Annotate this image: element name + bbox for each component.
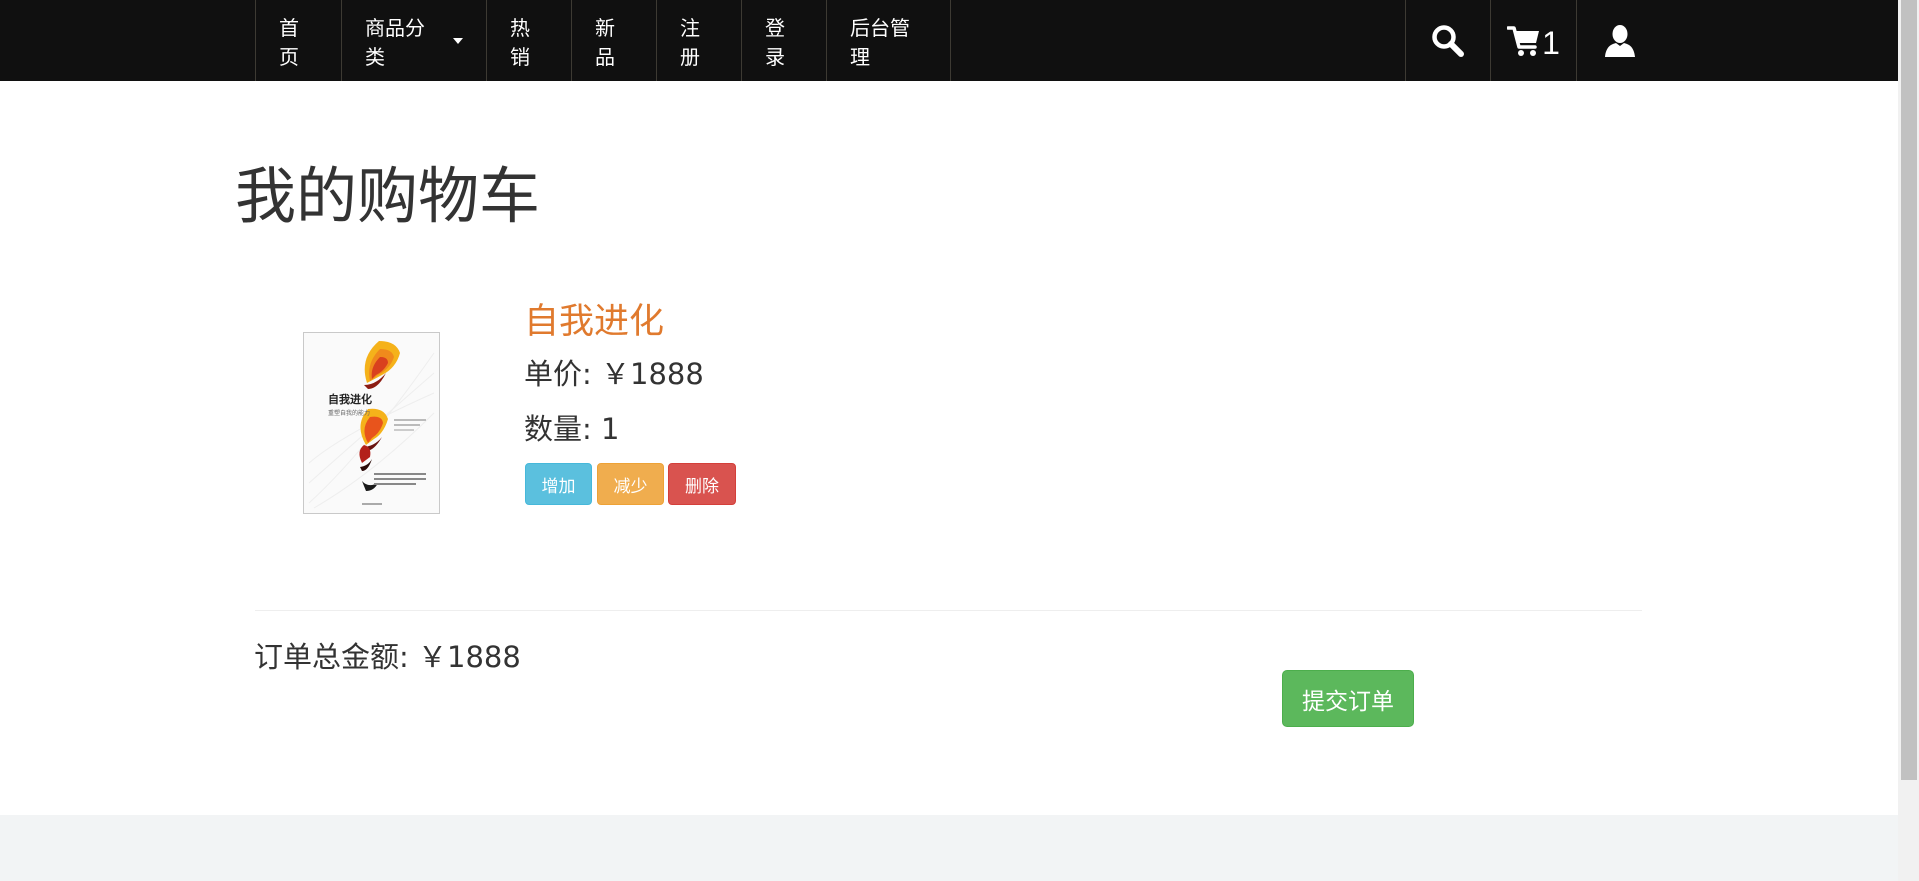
increase-button[interactable]: 增加 <box>525 463 592 505</box>
nav-item-label: 登录 <box>765 15 785 69</box>
nav-item-home[interactable]: 首页 <box>255 0 341 81</box>
page-title: 我的购物车 <box>235 161 541 232</box>
user-button[interactable] <box>1576 0 1662 81</box>
top-navbar: 首页 商品分类 热销 新品 注册 登录 后台管理 1 <box>0 0 1898 81</box>
nav-item-categories[interactable]: 商品分类 <box>341 0 486 81</box>
cart-icon <box>1507 25 1540 56</box>
nav-item-admin[interactable]: 后台管理 <box>826 0 951 81</box>
nav-item-new[interactable]: 新品 <box>571 0 656 81</box>
delete-button[interactable]: 删除 <box>668 463 736 505</box>
cart-count: 1 <box>1542 25 1560 61</box>
submit-order-button[interactable]: 提交订单 <box>1282 670 1414 727</box>
cart-button[interactable]: 1 <box>1490 0 1576 81</box>
nav-actions: 1 <box>1405 0 1662 81</box>
nav-item-label: 首页 <box>279 15 299 69</box>
search-button[interactable] <box>1405 0 1490 81</box>
nav-item-label: 新品 <box>595 15 615 69</box>
nav-item-label: 注册 <box>680 15 700 69</box>
nav-item-register[interactable]: 注册 <box>656 0 741 81</box>
user-icon <box>1604 24 1635 57</box>
product-name-link[interactable]: 自我进化 <box>524 293 664 344</box>
scrollbar-thumb[interactable] <box>1901 0 1917 780</box>
order-total: 订单总金额: ￥1888 <box>254 640 521 674</box>
caret-down-icon <box>453 37 463 44</box>
divider <box>255 610 1642 611</box>
cover-subtitle: 重塑自我的能力 <box>328 409 370 417</box>
nav-item-login[interactable]: 登录 <box>741 0 826 81</box>
nav-item-label: 商品分类 <box>365 15 425 69</box>
nav-item-label: 热销 <box>510 15 530 69</box>
decrease-button[interactable]: 减少 <box>597 463 664 505</box>
unit-price: 单价: ￥1888 <box>524 357 704 391</box>
nav-item-hot[interactable]: 热销 <box>486 0 571 81</box>
footer <box>0 815 1898 881</box>
quantity: 数量: 1 <box>524 412 620 446</box>
search-icon <box>1432 24 1464 57</box>
nav-menu: 首页 商品分类 热销 新品 注册 登录 后台管理 <box>255 0 951 81</box>
product-cover-image[interactable]: 自我进化 重塑自我的能力 <box>303 332 440 514</box>
cover-title: 自我进化 <box>328 392 372 406</box>
nav-item-label: 后台管理 <box>850 15 910 69</box>
